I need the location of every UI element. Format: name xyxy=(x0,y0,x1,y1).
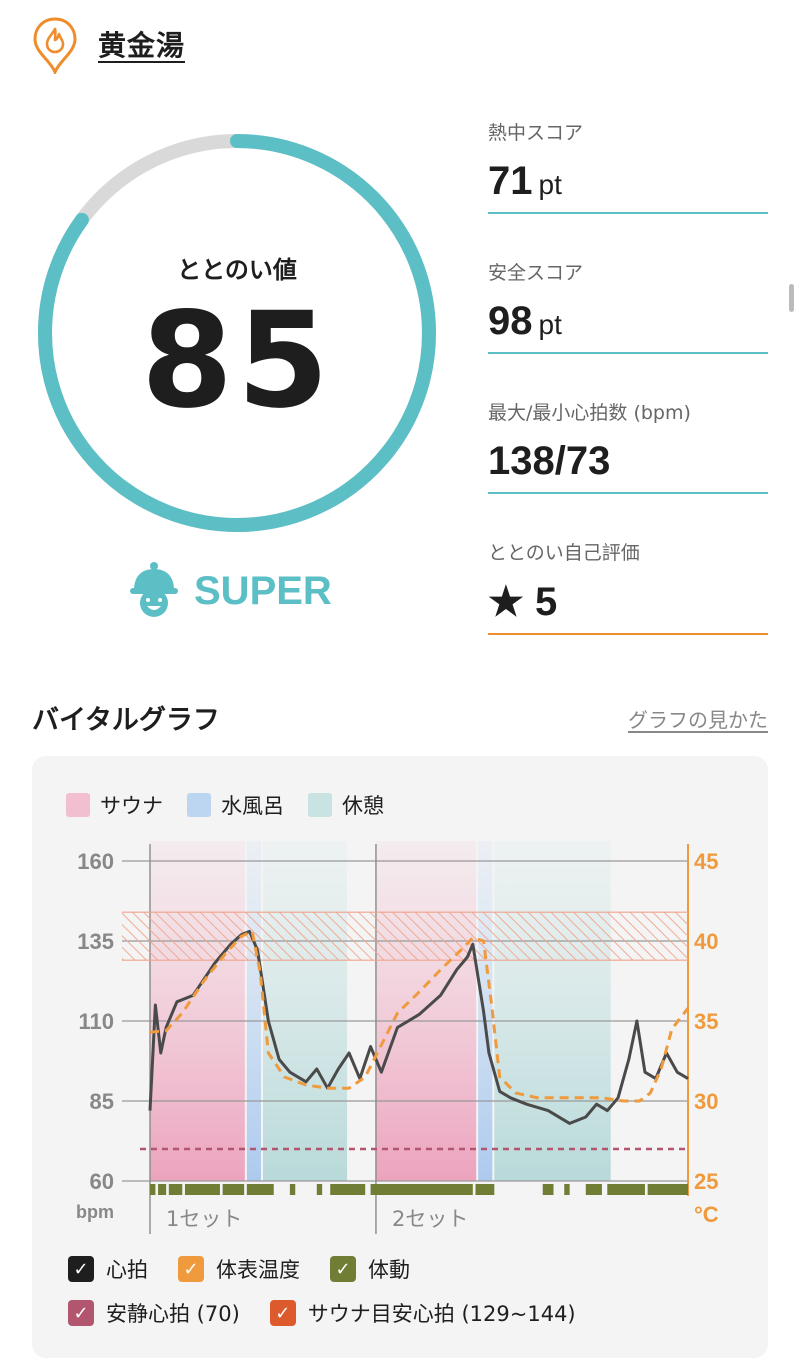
legend-body-motion[interactable]: ✓ 体動 xyxy=(330,1254,410,1284)
left-axis-tick: 60 xyxy=(90,1169,114,1194)
activity-segment xyxy=(647,1184,688,1195)
divider xyxy=(488,492,768,494)
graph-help-link[interactable]: グラフの見かた xyxy=(628,704,768,733)
sauna-target-band xyxy=(122,912,688,961)
check-icon[interactable]: ✓ xyxy=(330,1256,356,1282)
legend-resting-hr[interactable]: ✓ 安静心拍 (70) xyxy=(68,1298,240,1328)
stat-value: 98 pt xyxy=(488,299,562,343)
rank-badge: SUPER xyxy=(128,560,332,622)
stat-value: 138/73 xyxy=(488,439,611,483)
check-icon[interactable]: ✓ xyxy=(68,1256,94,1282)
activity-segment xyxy=(542,1184,554,1195)
divider xyxy=(488,352,768,354)
legend-heart-rate[interactable]: ✓ 心拍 xyxy=(68,1254,148,1284)
right-axis-tick: 45 xyxy=(694,849,718,874)
stat-label: 安全スコア xyxy=(488,262,584,284)
phase-cold xyxy=(246,841,261,1181)
activity-segment xyxy=(607,1184,645,1195)
bell-mascot-icon xyxy=(128,560,180,622)
phase-rest xyxy=(262,841,348,1181)
right-axis-tick: 25 xyxy=(694,1169,718,1194)
check-icon[interactable]: ✓ xyxy=(68,1300,94,1326)
section-title: バイタルグラフ xyxy=(32,705,220,736)
vital-chart: 160 135 110 85 60 45 40 35 30 25 bpm °C 1セット 2セット xyxy=(76,841,719,1234)
stat-self-rating[interactable]: ととのい自己評価 ★ 5 xyxy=(488,538,768,635)
sauna-flame-pin-icon xyxy=(32,16,78,76)
activity-segment xyxy=(184,1184,220,1195)
scrollbar[interactable] xyxy=(789,284,794,312)
activity-segment xyxy=(316,1184,323,1195)
stat-label: ととのい自己評価 xyxy=(488,542,640,564)
phase-sauna xyxy=(150,841,245,1181)
stat-heat-score: 熱中スコア 71 pt xyxy=(488,118,768,214)
activity-segment xyxy=(150,1184,156,1195)
stat-label: 熱中スコア xyxy=(488,122,584,144)
stat-value: ★ 5 xyxy=(488,580,558,624)
activity-segment xyxy=(222,1184,245,1195)
page-title[interactable]: 黄金湯 xyxy=(98,24,185,64)
check-icon[interactable]: ✓ xyxy=(269,1300,296,1326)
activity-segment xyxy=(370,1184,473,1195)
right-axis-unit: °C xyxy=(694,1202,719,1227)
left-axis-tick: 110 xyxy=(79,1009,115,1034)
activity-segment xyxy=(158,1184,167,1195)
left-axis-tick: 160 xyxy=(77,849,114,874)
gauge-value: 85 xyxy=(141,284,333,438)
right-axis-tick: 35 xyxy=(694,1009,718,1034)
divider xyxy=(488,212,768,214)
left-axis-unit: bpm xyxy=(76,1202,114,1222)
legend-skin-temp[interactable]: ✓ 体表温度 xyxy=(178,1254,300,1284)
activity-segment xyxy=(330,1184,366,1195)
vital-graph-panel: サウナ 水風呂 休憩 160 135 110 85 60 45 40 35 30… xyxy=(32,756,768,1358)
activity-segment xyxy=(564,1184,570,1195)
legend-sauna-target-hr[interactable]: ✓ サウナ目安心拍 (129~144) xyxy=(269,1298,576,1328)
right-axis-tick: 40 xyxy=(694,929,718,954)
activity-segment xyxy=(585,1184,602,1195)
stat-heart-rate: 最大/最小心拍数 (bpm) 138/73 xyxy=(488,398,768,494)
totonoi-gauge: ととのい値 85 xyxy=(32,128,442,538)
set-label: 2セット xyxy=(392,1207,468,1231)
phase-sauna xyxy=(375,841,477,1181)
header: 黄金湯 xyxy=(32,14,185,76)
left-axis-tick: 135 xyxy=(77,929,114,954)
divider xyxy=(488,633,768,635)
phase-rest xyxy=(494,841,611,1181)
right-axis-tick: 30 xyxy=(694,1089,718,1114)
phase-cold xyxy=(478,841,493,1181)
left-axis-tick: 85 xyxy=(90,1089,114,1114)
stat-label: 最大/最小心拍数 (bpm) xyxy=(488,402,691,424)
stat-value: 71 pt xyxy=(488,159,562,203)
check-icon[interactable]: ✓ xyxy=(178,1256,204,1282)
activity-segment xyxy=(246,1184,274,1195)
series-legend: ✓ 心拍 ✓ 体表温度 ✓ 体動 ✓ 安静心拍 (70) ✓ サウナ目安心拍 (… xyxy=(68,1254,576,1342)
set-label: 1セット xyxy=(166,1207,242,1231)
activity-segment xyxy=(168,1184,183,1195)
activity-segment xyxy=(289,1184,296,1195)
activity-segment xyxy=(475,1184,495,1195)
stat-safety-score: 安全スコア 98 pt xyxy=(488,258,768,354)
rank-text: SUPER xyxy=(194,568,332,613)
gauge-label: ととのい値 xyxy=(177,256,297,284)
